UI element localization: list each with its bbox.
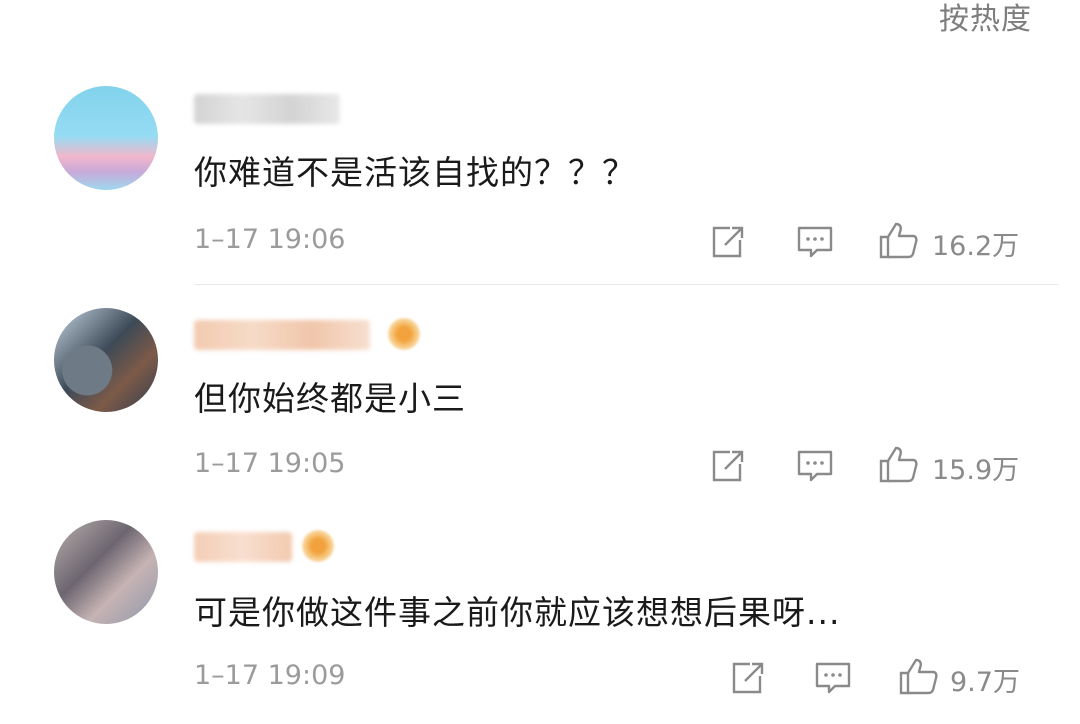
reply-button[interactable] [814,660,852,700]
like-button[interactable] [878,220,920,264]
thumbs-up-icon [899,658,938,695]
share-button[interactable] [728,660,766,700]
avatar[interactable] [54,308,158,412]
sort-by-heat-toggle[interactable]: 按热度 [939,0,1032,38]
reply-button[interactable] [796,448,834,488]
like-count: 15.9万 [932,455,1020,486]
like-count: 9.7万 [950,667,1020,698]
reply-button[interactable] [796,224,834,264]
share-button[interactable] [708,448,746,488]
thumbs-up-icon [879,446,918,483]
username-blurred[interactable] [194,532,292,562]
comment-time: 1–17 19:09 [194,660,346,691]
sort-label: 按热度 [939,2,1032,37]
like-button[interactable] [898,656,940,700]
avatar[interactable] [54,86,158,190]
vip-badge-icon [388,318,420,350]
avatar[interactable] [54,520,158,624]
comment-icon [797,450,833,482]
username-blurred[interactable] [194,320,370,350]
share-icon [712,450,744,482]
thumbs-up-icon [879,222,918,259]
share-icon [712,226,744,258]
share-button[interactable] [708,224,746,264]
comment-text: 但你始终都是小三 [194,379,466,418]
like-count: 16.2万 [932,231,1020,262]
comment-icon [815,662,851,694]
comment-icon [797,226,833,258]
comment-text: 你难道不是活该自找的？？？ [194,153,636,192]
vip-badge-icon [302,530,334,562]
like-button[interactable] [878,444,920,488]
comment-text: 可是你做这件事之前你就应该想想后果呀... [194,593,841,632]
divider [194,284,1058,285]
share-icon [732,662,764,694]
comment-time: 1–17 19:05 [194,448,346,479]
username-blurred[interactable] [194,94,340,124]
comment-time: 1–17 19:06 [194,224,346,255]
